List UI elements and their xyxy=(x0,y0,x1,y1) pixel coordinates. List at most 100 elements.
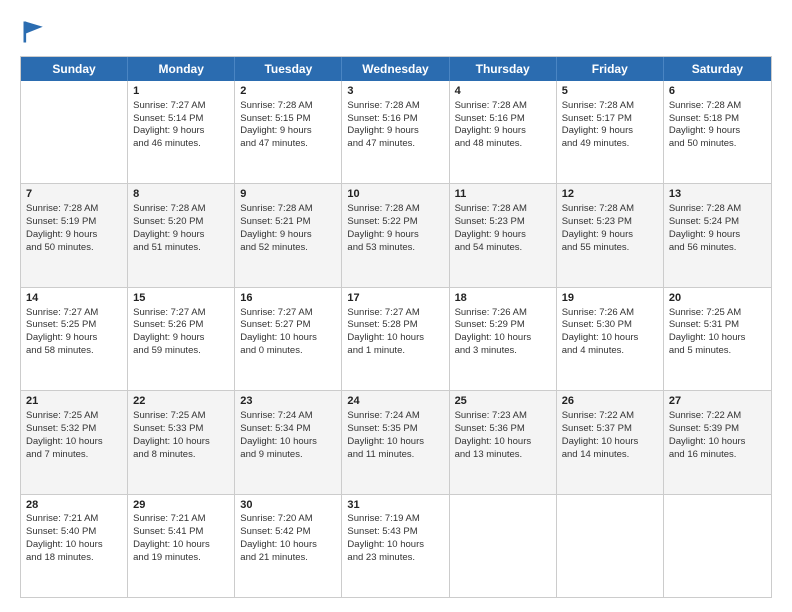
day-number: 25 xyxy=(455,394,551,409)
day-info: Sunrise: 7:23 AM Sunset: 5:36 PM Dayligh… xyxy=(455,410,551,461)
header-day-saturday: Saturday xyxy=(664,57,771,81)
day-number: 26 xyxy=(562,394,658,409)
day-info: Sunrise: 7:28 AM Sunset: 5:22 PM Dayligh… xyxy=(347,203,443,254)
day-cell-27: 27Sunrise: 7:22 AM Sunset: 5:39 PM Dayli… xyxy=(664,391,771,493)
page: SundayMondayTuesdayWednesdayThursdayFrid… xyxy=(0,0,792,612)
calendar-header: SundayMondayTuesdayWednesdayThursdayFrid… xyxy=(21,57,771,81)
week-row-4: 21Sunrise: 7:25 AM Sunset: 5:32 PM Dayli… xyxy=(21,391,771,494)
day-cell-9: 9Sunrise: 7:28 AM Sunset: 5:21 PM Daylig… xyxy=(235,184,342,286)
day-cell-8: 8Sunrise: 7:28 AM Sunset: 5:20 PM Daylig… xyxy=(128,184,235,286)
day-cell-17: 17Sunrise: 7:27 AM Sunset: 5:28 PM Dayli… xyxy=(342,288,449,390)
day-number: 7 xyxy=(26,187,122,202)
day-cell-empty-4-4 xyxy=(450,495,557,597)
day-number: 2 xyxy=(240,84,336,99)
day-info: Sunrise: 7:25 AM Sunset: 5:32 PM Dayligh… xyxy=(26,410,122,461)
day-info: Sunrise: 7:19 AM Sunset: 5:43 PM Dayligh… xyxy=(347,513,443,564)
day-number: 1 xyxy=(133,84,229,99)
week-row-2: 7Sunrise: 7:28 AM Sunset: 5:19 PM Daylig… xyxy=(21,184,771,287)
day-cell-31: 31Sunrise: 7:19 AM Sunset: 5:43 PM Dayli… xyxy=(342,495,449,597)
day-cell-28: 28Sunrise: 7:21 AM Sunset: 5:40 PM Dayli… xyxy=(21,495,128,597)
header xyxy=(20,18,772,46)
day-info: Sunrise: 7:21 AM Sunset: 5:41 PM Dayligh… xyxy=(133,513,229,564)
day-cell-22: 22Sunrise: 7:25 AM Sunset: 5:33 PM Dayli… xyxy=(128,391,235,493)
day-number: 12 xyxy=(562,187,658,202)
day-cell-30: 30Sunrise: 7:20 AM Sunset: 5:42 PM Dayli… xyxy=(235,495,342,597)
day-cell-21: 21Sunrise: 7:25 AM Sunset: 5:32 PM Dayli… xyxy=(21,391,128,493)
day-info: Sunrise: 7:26 AM Sunset: 5:29 PM Dayligh… xyxy=(455,307,551,358)
day-number: 11 xyxy=(455,187,551,202)
day-number: 14 xyxy=(26,291,122,306)
header-day-thursday: Thursday xyxy=(450,57,557,81)
day-info: Sunrise: 7:28 AM Sunset: 5:24 PM Dayligh… xyxy=(669,203,766,254)
day-cell-20: 20Sunrise: 7:25 AM Sunset: 5:31 PM Dayli… xyxy=(664,288,771,390)
day-cell-empty-0-0 xyxy=(21,81,128,183)
day-info: Sunrise: 7:28 AM Sunset: 5:23 PM Dayligh… xyxy=(562,203,658,254)
day-cell-6: 6Sunrise: 7:28 AM Sunset: 5:18 PM Daylig… xyxy=(664,81,771,183)
header-day-monday: Monday xyxy=(128,57,235,81)
day-number: 31 xyxy=(347,498,443,513)
day-number: 19 xyxy=(562,291,658,306)
day-number: 22 xyxy=(133,394,229,409)
header-day-tuesday: Tuesday xyxy=(235,57,342,81)
day-number: 27 xyxy=(669,394,766,409)
day-number: 3 xyxy=(347,84,443,99)
day-number: 24 xyxy=(347,394,443,409)
day-info: Sunrise: 7:28 AM Sunset: 5:17 PM Dayligh… xyxy=(562,100,658,151)
day-cell-7: 7Sunrise: 7:28 AM Sunset: 5:19 PM Daylig… xyxy=(21,184,128,286)
day-cell-4: 4Sunrise: 7:28 AM Sunset: 5:16 PM Daylig… xyxy=(450,81,557,183)
calendar-body: 1Sunrise: 7:27 AM Sunset: 5:14 PM Daylig… xyxy=(21,81,771,597)
day-cell-29: 29Sunrise: 7:21 AM Sunset: 5:41 PM Dayli… xyxy=(128,495,235,597)
day-cell-empty-4-6 xyxy=(664,495,771,597)
day-cell-12: 12Sunrise: 7:28 AM Sunset: 5:23 PM Dayli… xyxy=(557,184,664,286)
day-number: 10 xyxy=(347,187,443,202)
day-number: 6 xyxy=(669,84,766,99)
day-cell-5: 5Sunrise: 7:28 AM Sunset: 5:17 PM Daylig… xyxy=(557,81,664,183)
day-info: Sunrise: 7:28 AM Sunset: 5:16 PM Dayligh… xyxy=(347,100,443,151)
day-info: Sunrise: 7:25 AM Sunset: 5:31 PM Dayligh… xyxy=(669,307,766,358)
day-info: Sunrise: 7:22 AM Sunset: 5:37 PM Dayligh… xyxy=(562,410,658,461)
day-info: Sunrise: 7:26 AM Sunset: 5:30 PM Dayligh… xyxy=(562,307,658,358)
calendar: SundayMondayTuesdayWednesdayThursdayFrid… xyxy=(20,56,772,598)
day-number: 16 xyxy=(240,291,336,306)
day-number: 8 xyxy=(133,187,229,202)
day-cell-19: 19Sunrise: 7:26 AM Sunset: 5:30 PM Dayli… xyxy=(557,288,664,390)
day-number: 29 xyxy=(133,498,229,513)
day-cell-13: 13Sunrise: 7:28 AM Sunset: 5:24 PM Dayli… xyxy=(664,184,771,286)
day-cell-2: 2Sunrise: 7:28 AM Sunset: 5:15 PM Daylig… xyxy=(235,81,342,183)
day-number: 15 xyxy=(133,291,229,306)
day-cell-1: 1Sunrise: 7:27 AM Sunset: 5:14 PM Daylig… xyxy=(128,81,235,183)
day-info: Sunrise: 7:24 AM Sunset: 5:34 PM Dayligh… xyxy=(240,410,336,461)
day-info: Sunrise: 7:28 AM Sunset: 5:19 PM Dayligh… xyxy=(26,203,122,254)
day-cell-23: 23Sunrise: 7:24 AM Sunset: 5:34 PM Dayli… xyxy=(235,391,342,493)
week-row-1: 1Sunrise: 7:27 AM Sunset: 5:14 PM Daylig… xyxy=(21,81,771,184)
day-info: Sunrise: 7:27 AM Sunset: 5:25 PM Dayligh… xyxy=(26,307,122,358)
day-cell-26: 26Sunrise: 7:22 AM Sunset: 5:37 PM Dayli… xyxy=(557,391,664,493)
day-number: 30 xyxy=(240,498,336,513)
day-info: Sunrise: 7:28 AM Sunset: 5:21 PM Dayligh… xyxy=(240,203,336,254)
day-number: 9 xyxy=(240,187,336,202)
day-number: 17 xyxy=(347,291,443,306)
day-cell-3: 3Sunrise: 7:28 AM Sunset: 5:16 PM Daylig… xyxy=(342,81,449,183)
day-info: Sunrise: 7:22 AM Sunset: 5:39 PM Dayligh… xyxy=(669,410,766,461)
day-info: Sunrise: 7:28 AM Sunset: 5:20 PM Dayligh… xyxy=(133,203,229,254)
week-row-5: 28Sunrise: 7:21 AM Sunset: 5:40 PM Dayli… xyxy=(21,495,771,597)
day-info: Sunrise: 7:27 AM Sunset: 5:14 PM Dayligh… xyxy=(133,100,229,151)
week-row-3: 14Sunrise: 7:27 AM Sunset: 5:25 PM Dayli… xyxy=(21,288,771,391)
day-info: Sunrise: 7:28 AM Sunset: 5:15 PM Dayligh… xyxy=(240,100,336,151)
day-info: Sunrise: 7:28 AM Sunset: 5:23 PM Dayligh… xyxy=(455,203,551,254)
header-day-sunday: Sunday xyxy=(21,57,128,81)
day-number: 18 xyxy=(455,291,551,306)
day-info: Sunrise: 7:20 AM Sunset: 5:42 PM Dayligh… xyxy=(240,513,336,564)
day-number: 21 xyxy=(26,394,122,409)
day-info: Sunrise: 7:28 AM Sunset: 5:18 PM Dayligh… xyxy=(669,100,766,151)
day-info: Sunrise: 7:27 AM Sunset: 5:28 PM Dayligh… xyxy=(347,307,443,358)
day-number: 4 xyxy=(455,84,551,99)
day-info: Sunrise: 7:27 AM Sunset: 5:26 PM Dayligh… xyxy=(133,307,229,358)
day-number: 28 xyxy=(26,498,122,513)
logo xyxy=(20,18,52,46)
header-day-wednesday: Wednesday xyxy=(342,57,449,81)
day-number: 23 xyxy=(240,394,336,409)
day-cell-14: 14Sunrise: 7:27 AM Sunset: 5:25 PM Dayli… xyxy=(21,288,128,390)
day-cell-15: 15Sunrise: 7:27 AM Sunset: 5:26 PM Dayli… xyxy=(128,288,235,390)
day-cell-empty-4-5 xyxy=(557,495,664,597)
